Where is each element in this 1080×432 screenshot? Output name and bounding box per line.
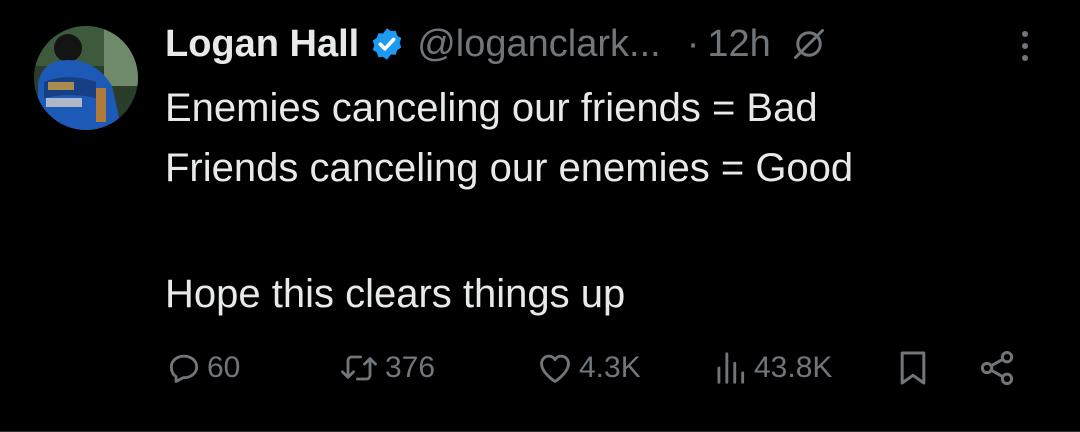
reply-button[interactable]: 60 <box>165 344 240 392</box>
avatar[interactable] <box>34 26 138 130</box>
author-handle[interactable]: @loganclark... <box>417 23 660 66</box>
author-name[interactable]: Logan Hall <box>165 23 359 66</box>
more-vertical-icon[interactable] <box>1010 26 1040 66</box>
views-chart-icon <box>717 352 745 384</box>
heart-icon <box>540 354 570 383</box>
repost-button[interactable]: 376 <box>337 344 435 392</box>
timestamp[interactable]: 12h <box>707 23 770 66</box>
reply-count: 60 <box>207 351 241 384</box>
tweet-line: Enemies canceling our friends = Bad <box>165 86 818 130</box>
bookmark-button[interactable] <box>893 344 933 392</box>
like-count: 4.3K <box>579 351 641 384</box>
views-count: 43.8K <box>754 351 833 384</box>
header-separator: · <box>686 22 700 65</box>
tweet-header: Logan Hall @loganclark... · 12h <box>165 16 827 72</box>
grok-icon[interactable] <box>791 26 827 62</box>
like-button[interactable]: 4.3K <box>535 344 641 392</box>
repost-icon <box>341 355 377 381</box>
avatar-image <box>34 26 138 130</box>
tweet-line: Hope this clears things up <box>165 272 626 316</box>
share-icon <box>980 351 1014 385</box>
action-bar: 60 376 4.3K 43.8K <box>165 344 1035 392</box>
views-button[interactable]: 43.8K <box>710 344 832 392</box>
tweet-text: Enemies canceling our friends = Bad Frie… <box>165 78 1045 324</box>
share-button[interactable] <box>977 344 1017 392</box>
reply-icon <box>169 354 199 383</box>
repost-count: 376 <box>385 351 436 384</box>
bookmark-icon <box>900 351 926 385</box>
verified-badge-icon <box>372 28 402 60</box>
tweet-line: Friends canceling our enemies = Good <box>165 146 854 190</box>
